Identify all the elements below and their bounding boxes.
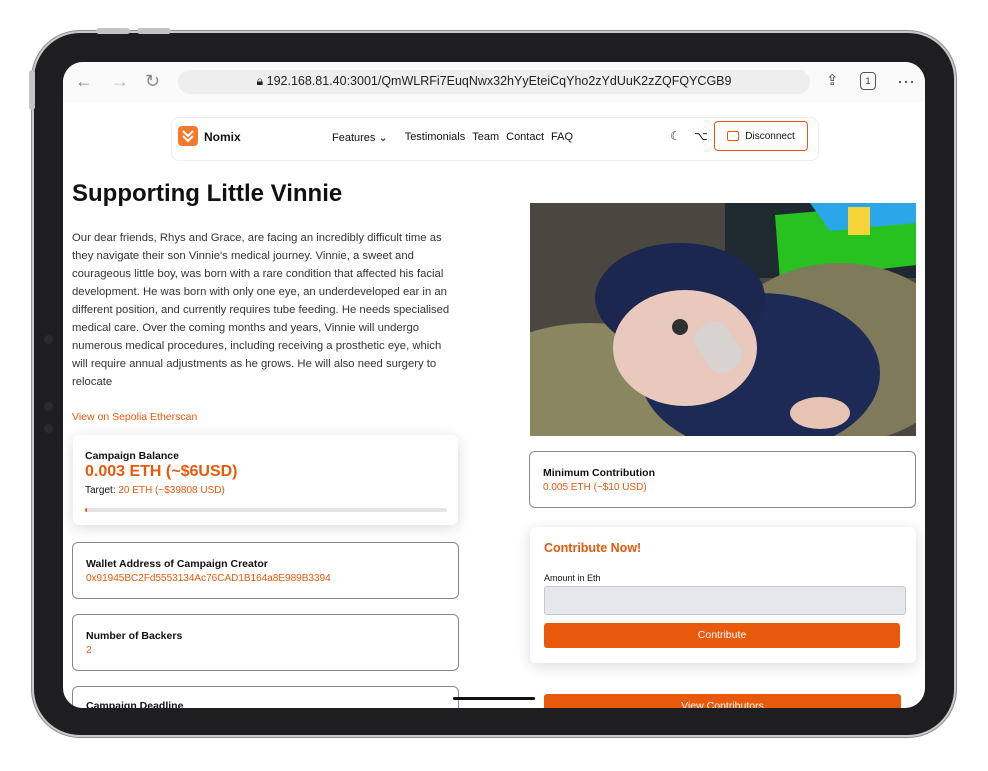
sensor <box>44 424 53 433</box>
side-button <box>29 70 35 110</box>
nav-link-contact[interactable]: Contact <box>506 131 544 144</box>
camera <box>44 335 53 344</box>
progress-bar <box>85 508 447 512</box>
back-icon[interactable]: ← <box>75 71 93 91</box>
lock-icon: 🔒︎ <box>256 74 267 88</box>
tabs-icon[interactable]: 1 <box>860 72 876 90</box>
min-contribution-value: 0.005 ETH (~$10 USD) <box>543 482 647 493</box>
nomix-logo-icon[interactable] <box>178 126 198 146</box>
campaign-title: Supporting Little Vinnie <box>72 180 343 207</box>
home-indicator <box>453 697 535 700</box>
wallet-label: Wallet Address of Campaign Creator <box>86 558 268 570</box>
forward-icon[interactable]: → <box>111 71 129 91</box>
nav-links: Features ⌄ Testimonials Team Contact FAQ <box>332 131 573 144</box>
amount-label: Amount in Eth <box>544 573 601 583</box>
site-navbar: Nomix Features ⌄ Testimonials Team Conta… <box>171 117 819 161</box>
address-bar[interactable]: 🔒︎ 192.168.81.40:3001/QmWLRFi7EuqNwx32hY… <box>178 70 810 94</box>
campaign-description: Our dear friends, Rhys and Grace, are fa… <box>72 232 450 388</box>
min-contribution-label: Minimum Contribution <box>543 467 655 479</box>
brand-name[interactable]: Nomix <box>204 130 241 144</box>
contribute-heading: Contribute Now! <box>544 541 642 555</box>
nav-link-team[interactable]: Team <box>472 131 499 144</box>
wallet-address[interactable]: 0x91945BC2Fd5553134Ac76CAD1B164a8E989B33… <box>86 573 331 584</box>
volume-button <box>96 28 130 34</box>
nav-link-faq[interactable]: FAQ <box>551 131 573 144</box>
backers-card: Number of Backers 2 <box>72 614 459 671</box>
contribute-card: Contribute Now! Amount in Eth Contribute <box>530 527 916 663</box>
wallet-icon <box>727 131 740 141</box>
disconnect-label: Disconnect <box>745 130 795 142</box>
deadline-label: Campaign Deadline <box>86 700 184 708</box>
nav-link-testimonials[interactable]: Testimonials <box>405 131 466 144</box>
tab-count: 1 <box>865 76 871 86</box>
disconnect-button[interactable]: Disconnect <box>714 121 808 151</box>
contribute-button[interactable]: Contribute <box>544 623 900 648</box>
campaign-photo <box>530 203 916 436</box>
target-value: 20 ETH (~$39808 USD) <box>118 485 225 496</box>
reload-icon[interactable]: ↻ <box>145 71 160 91</box>
view-contributors-button[interactable]: View Contributors <box>544 694 901 708</box>
balance-card: Campaign Balance 0.003 ETH (~$6USD) Targ… <box>73 435 458 525</box>
dark-mode-icon[interactable]: ☾ <box>670 129 681 143</box>
etherscan-link[interactable]: View on Sepolia Etherscan <box>72 411 197 423</box>
more-icon[interactable]: ··· <box>897 71 915 91</box>
target-label: Target: <box>85 485 116 496</box>
deadline-card: Campaign Deadline <box>72 686 459 708</box>
min-contribution-card: Minimum Contribution 0.005 ETH (~$10 USD… <box>529 451 916 508</box>
backers-label: Number of Backers <box>86 630 183 642</box>
balance-amount: 0.003 ETH (~$6USD) <box>85 463 238 480</box>
backers-count: 2 <box>86 645 92 656</box>
sensor <box>44 402 53 411</box>
balance-label: Campaign Balance <box>85 450 179 462</box>
nav-link-features[interactable]: Features ⌄ <box>332 131 388 144</box>
browser-toolbar: ← → ↻ 🔒︎ 192.168.81.40:3001/QmWLRFi7EuqN… <box>63 62 925 102</box>
power-button <box>137 28 171 34</box>
github-icon[interactable]: ⌥ <box>694 129 708 143</box>
wallet-card: Wallet Address of Campaign Creator 0x919… <box>72 542 459 599</box>
share-icon[interactable]: ⇪ <box>826 71 839 91</box>
screen: ← → ↻ 🔒︎ 192.168.81.40:3001/QmWLRFi7EuqN… <box>63 62 925 708</box>
url-text: 192.168.81.40:3001/QmWLRFi7EuqNwx32hYyEt… <box>266 74 732 88</box>
progress-fill <box>85 508 87 512</box>
amount-input[interactable] <box>544 586 906 615</box>
